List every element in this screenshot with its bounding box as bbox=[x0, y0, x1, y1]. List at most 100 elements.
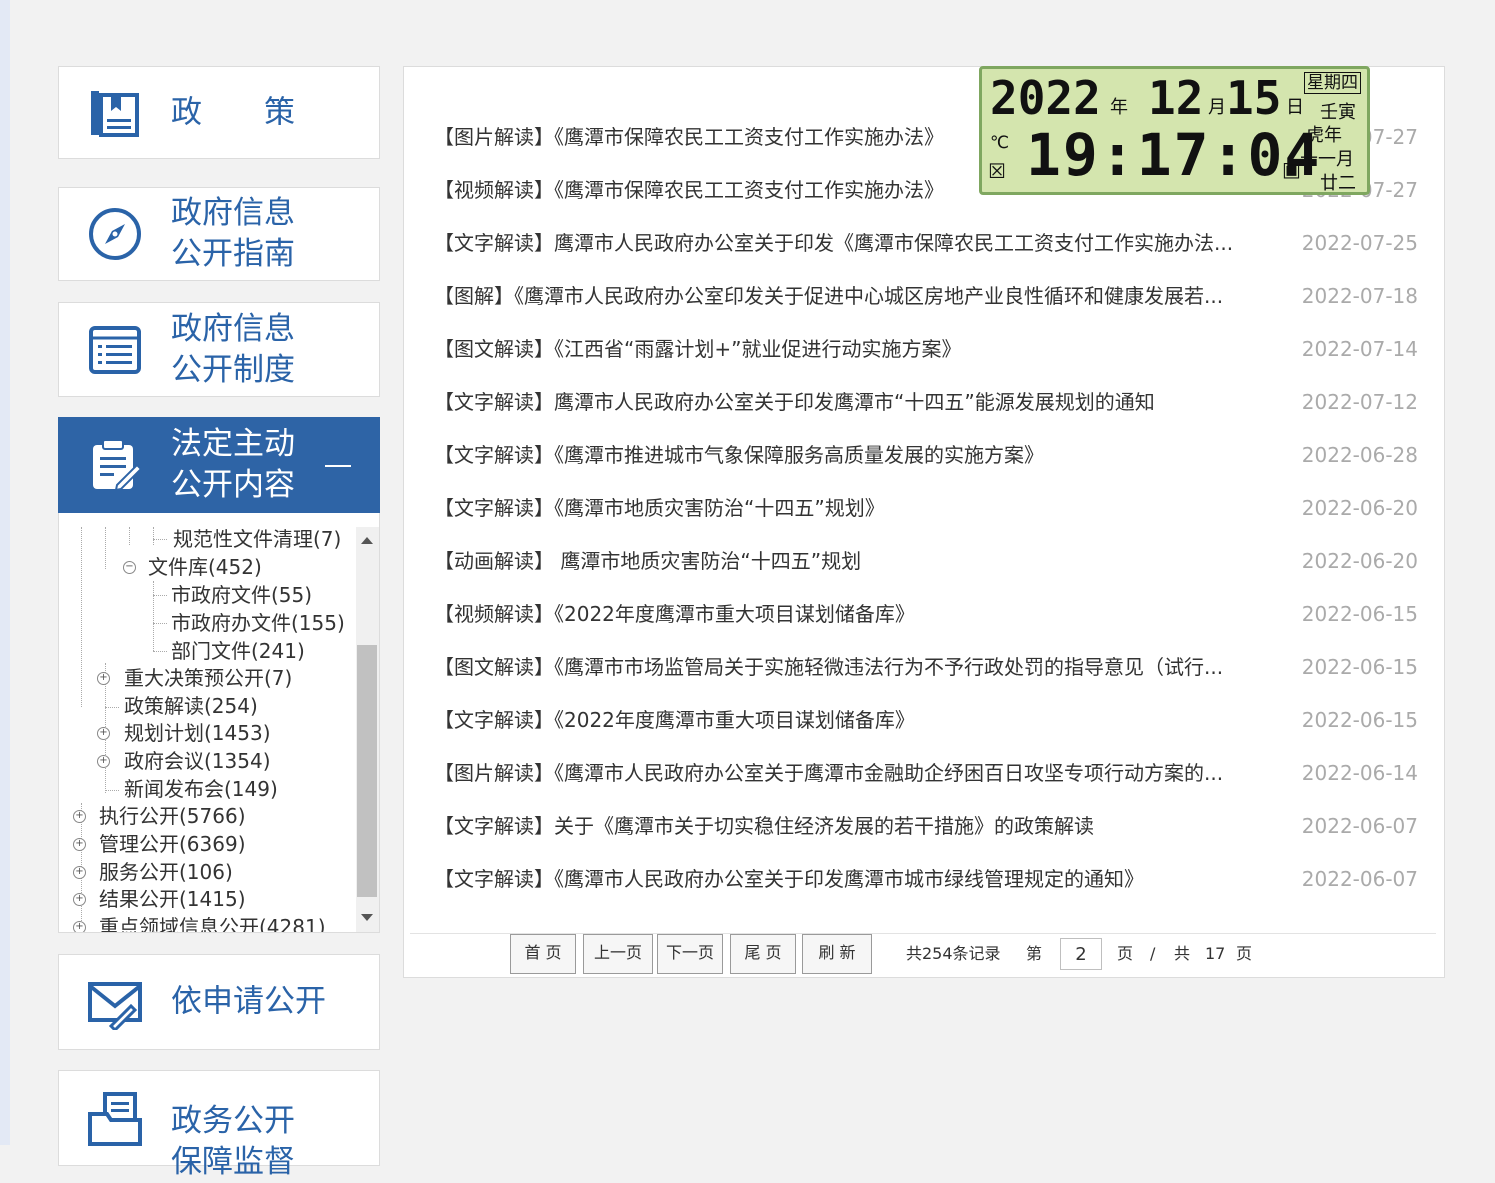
tree-node[interactable]: 文件库(452) bbox=[148, 553, 262, 581]
article-date: 2022-06-07 bbox=[1301, 814, 1418, 838]
first-page-button[interactable]: 首 页 bbox=[510, 934, 576, 974]
tree-connector bbox=[153, 651, 167, 652]
tree-expand-icon[interactable]: + bbox=[73, 893, 86, 906]
article-title-link[interactable]: 【图解】《鹰潭市人民政府办公室印发关于促进中心城区房地产业良性循环和健康发展若.… bbox=[434, 276, 1254, 316]
tree-node[interactable]: 规划计划(1453) bbox=[124, 719, 271, 747]
scroll-down-icon[interactable] bbox=[361, 914, 373, 921]
last-page-button[interactable]: 尾 页 bbox=[730, 934, 796, 974]
article-title-link[interactable]: 【图片解读】《鹰潭市人民政府办公室关于鹰潭市金融助企纾困百日攻坚专项行动方案的.… bbox=[434, 753, 1254, 793]
refresh-button[interactable]: 刷 新 bbox=[802, 934, 872, 974]
article-title-link[interactable]: 【动画解读】 鹰潭市地质灾害防治“十四五”规划 bbox=[434, 541, 1254, 581]
tree-node[interactable]: 新闻发布会(149) bbox=[124, 775, 278, 803]
article-row[interactable]: 【图片解读】《鹰潭市人民政府办公室关于鹰潭市金融助企纾困百日攻坚专项行动方案的.… bbox=[434, 753, 1418, 793]
article-row[interactable]: 【动画解读】 鹰潭市地质灾害防治“十四五”规划 2022-06-20 bbox=[434, 541, 1418, 581]
tree-node[interactable]: 服务公开(106) bbox=[99, 858, 233, 886]
prev-page-button[interactable]: 上一页 bbox=[583, 934, 653, 974]
tree-node[interactable]: 政府会议(1354) bbox=[124, 747, 271, 775]
tree-connector bbox=[153, 623, 167, 624]
tree-node[interactable]: 重大决策预公开(7) bbox=[124, 664, 292, 692]
sidebar-card-disclosure-system[interactable]: 政府信息 公开制度 bbox=[58, 302, 380, 397]
mail-icon: ☒ bbox=[988, 159, 1006, 183]
sidebar-card-label: 依申请公开 bbox=[171, 983, 326, 1020]
article-date: 2022-06-15 bbox=[1301, 655, 1418, 679]
tree-scrollbar-thumb[interactable] bbox=[357, 645, 377, 897]
tree-node[interactable]: 市政府文件(55) bbox=[171, 581, 312, 609]
next-page-button[interactable]: 下一页 bbox=[657, 934, 723, 974]
book-icon bbox=[91, 90, 139, 137]
tree-node[interactable]: 政策解读(254) bbox=[124, 692, 258, 720]
tree-node[interactable]: 重点领域信息公开(4281) bbox=[99, 913, 326, 932]
clipboard-edit-icon bbox=[93, 439, 143, 492]
clock-lunar-month: 十一月 bbox=[1300, 149, 1354, 170]
article-title-link[interactable]: 【文字解读】关于《鹰潭市关于切实稳住经济发展的若干措施》的政策解读 bbox=[434, 806, 1254, 846]
article-title-link[interactable]: 【视频解读】《2022年度鹰潭市重大项目谋划储备库》 bbox=[434, 594, 1254, 634]
sidebar-card-affairs-supervision[interactable]: 政务公开 保障监督 bbox=[58, 1070, 380, 1180]
article-title-link[interactable]: 【文字解读】鹰潭市人民政府办公室关于印发鹰潭市“十四五”能源发展规划的通知 bbox=[434, 382, 1254, 422]
article-row[interactable]: 【文字解读】《鹰潭市推进城市气象保障服务高质量发展的实施方案》 2022-06-2… bbox=[434, 435, 1418, 475]
clock-lunar-day: 廿二 bbox=[1320, 173, 1356, 194]
tree-collapse-icon[interactable]: − bbox=[123, 561, 136, 574]
tree-node[interactable]: 部门文件(241) bbox=[171, 637, 305, 665]
tree-expand-icon[interactable]: + bbox=[73, 838, 86, 851]
tree-node[interactable]: 规范性文件清理(7) bbox=[173, 525, 341, 553]
article-row[interactable]: 【图文解读】《江西省“雨露计划+”就业促进行动实施方案》 2022-07-14 bbox=[434, 329, 1418, 369]
tree-connector bbox=[105, 707, 119, 708]
article-title-link[interactable]: 【文字解读】《2022年度鹰潭市重大项目谋划储备库》 bbox=[434, 700, 1254, 740]
article-row[interactable]: 【文字解读】关于《鹰潭市关于切实稳住经济发展的若干措施》的政策解读 2022-06… bbox=[434, 806, 1418, 846]
tree-connector bbox=[153, 581, 154, 651]
article-date: 2022-07-18 bbox=[1301, 284, 1418, 308]
article-row[interactable]: 【文字解读】鹰潭市人民政府办公室关于印发鹰潭市“十四五”能源发展规划的通知 202… bbox=[434, 382, 1418, 422]
article-date: 2022-07-25 bbox=[1301, 231, 1418, 255]
article-title-link[interactable]: 【文字解读】《鹰潭市人民政府办公室关于印发鹰潭市城市绿线管理规定的通知》 bbox=[434, 859, 1254, 899]
tree-expand-icon[interactable]: + bbox=[73, 866, 86, 879]
tree-connector bbox=[129, 527, 130, 545]
tree-expand-icon[interactable]: + bbox=[73, 921, 86, 932]
calendar-icon: ▣ bbox=[1282, 157, 1301, 181]
tree-connector bbox=[153, 595, 167, 596]
article-row[interactable]: 【文字解读】《鹰潭市人民政府办公室关于印发鹰潭市城市绿线管理规定的通知》 2022… bbox=[434, 859, 1418, 899]
article-title-link[interactable]: 【文字解读】《鹰潭市推进城市气象保障服务高质量发展的实施方案》 bbox=[434, 435, 1254, 475]
tree-node-label: 市政府文件(55) bbox=[171, 583, 313, 607]
article-row[interactable]: 【文字解读】《2022年度鹰潭市重大项目谋划储备库》 2022-06-15 bbox=[434, 700, 1418, 740]
article-row[interactable]: 【文字解读】鹰潭市人民政府办公室关于印发《鹰潭市保障农民工工资支付工作实施办法.… bbox=[434, 223, 1418, 263]
article-row[interactable]: 【视频解读】《2022年度鹰潭市重大项目谋划储备库》 2022-06-15 bbox=[434, 594, 1418, 634]
tree-node-label: 执行公开(5766) bbox=[99, 804, 246, 828]
tree-expand-icon[interactable]: + bbox=[97, 727, 110, 740]
sidebar-card-label: 政 策 bbox=[171, 94, 295, 130]
article-row[interactable]: 【图文解读】《鹰潭市市场监管局关于实施轻微违法行为不予行政处罚的指导意见（试行.… bbox=[434, 647, 1418, 687]
article-title-link[interactable]: 【文字解读】《鹰潭市地质灾害防治“十四五”规划》 bbox=[434, 488, 1254, 528]
tree-expand-icon[interactable]: + bbox=[97, 755, 110, 768]
article-row[interactable]: 【图解】《鹰潭市人民政府办公室印发关于促进中心城区房地产业良性循环和健康发展若.… bbox=[434, 276, 1418, 316]
clock-month-unit: 月 bbox=[1208, 97, 1226, 118]
article-date: 2022-06-20 bbox=[1301, 496, 1418, 520]
tree-node-label: 部门文件(241) bbox=[171, 639, 305, 663]
tree-node[interactable]: 市政府办文件(155) bbox=[171, 609, 345, 637]
tree-expand-icon[interactable]: + bbox=[97, 672, 110, 685]
tree-node[interactable]: 结果公开(1415) bbox=[99, 885, 246, 913]
tree-node[interactable]: 管理公开(6369) bbox=[99, 830, 246, 858]
article-date: 2022-06-28 bbox=[1301, 443, 1418, 467]
clock-year-unit: 年 bbox=[1110, 97, 1128, 118]
tree-connector bbox=[105, 790, 119, 791]
article-title-link[interactable]: 【图文解读】《江西省“雨露计划+”就业促进行动实施方案》 bbox=[434, 329, 1254, 369]
tree-node-label: 政策解读(254) bbox=[124, 694, 258, 718]
sidebar-card-request-disclosure[interactable]: 依申请公开 bbox=[58, 954, 380, 1050]
sidebar-card-statutory-disclosure[interactable]: 法定主动 公开内容 bbox=[58, 417, 380, 513]
tree-connector bbox=[81, 527, 82, 707]
clock-month: 12 bbox=[1148, 71, 1204, 125]
scroll-up-icon[interactable] bbox=[361, 537, 373, 544]
article-row[interactable]: 【文字解读】《鹰潭市地质灾害防治“十四五”规划》 2022-06-20 bbox=[434, 488, 1418, 528]
compass-icon bbox=[89, 208, 141, 260]
page-separator: / bbox=[1150, 944, 1156, 963]
sidebar-card-disclosure-guide[interactable]: 政府信息 公开指南 bbox=[58, 187, 380, 281]
collapse-icon[interactable] bbox=[325, 465, 351, 467]
tree-expand-icon[interactable]: + bbox=[73, 810, 86, 823]
pagination: 首 页 上一页 下一页 尾 页 刷 新 共254条记录 第 页 / 共 17 页 bbox=[410, 933, 1436, 976]
tree-node[interactable]: 执行公开(5766) bbox=[99, 802, 246, 830]
tree-node-label: 管理公开(6369) bbox=[99, 832, 246, 856]
sidebar-card-policy[interactable]: 政 策 bbox=[58, 66, 380, 159]
article-title-link[interactable]: 【文字解读】鹰潭市人民政府办公室关于印发《鹰潭市保障农民工工资支付工作实施办法.… bbox=[434, 223, 1254, 263]
tree-connector bbox=[153, 527, 154, 545]
article-title-link[interactable]: 【图文解读】《鹰潭市市场监管局关于实施轻微违法行为不予行政处罚的指导意见（试行.… bbox=[434, 647, 1254, 687]
page-number-input[interactable] bbox=[1060, 938, 1102, 970]
